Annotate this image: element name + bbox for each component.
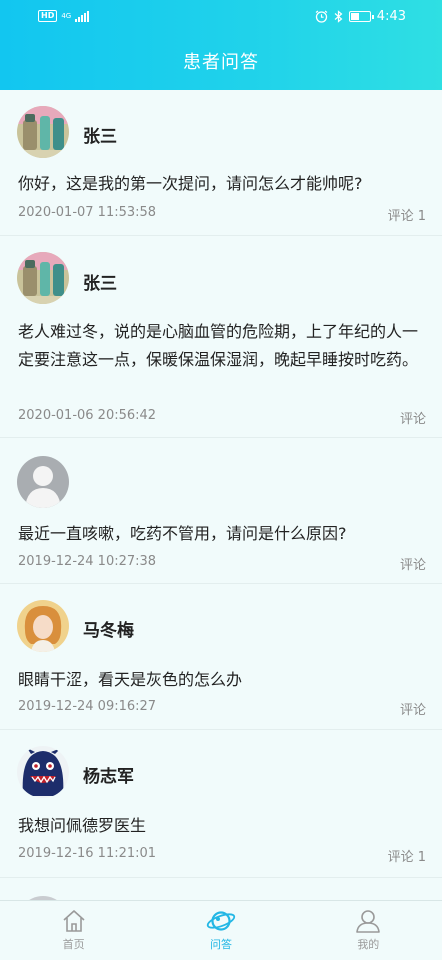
user-name: 杨志军 (83, 767, 134, 787)
question-card[interactable]: 张三 老人难过冬，说的是心脑血管的危险期，上了年纪的人一定要注意这一点，保暖保温… (0, 236, 442, 438)
page-title: 患者问答 (183, 52, 259, 73)
default-user-avatar[interactable] (17, 456, 69, 508)
status-right: 4:43 (315, 9, 406, 24)
user-name: 张三 (83, 127, 117, 147)
status-bar: HD 4G 4:43 (0, 0, 442, 34)
bluetooth-icon (334, 10, 343, 23)
question-text: 你好，这是我的第一次提问，请问怎么才能帅呢? (18, 174, 363, 193)
person-icon (356, 910, 381, 933)
question-card[interactable]: 张三 你好，这是我的第一次提问，请问怎么才能帅呢? 2020-01-07 11:… (0, 90, 442, 236)
question-card[interactable]: 马冬梅 眼睛干涩，看天是灰色的怎么办 2019-12-24 09:16:27 评… (0, 584, 442, 730)
tab-home-label: 首页 (62, 938, 85, 951)
comment-link[interactable]: 评论 (400, 699, 426, 718)
question-text: 最近一直咳嗽，吃药不管用，请问是什么原因? (18, 524, 347, 543)
tab-qa-label: 问答 (209, 938, 232, 951)
question-card-partial[interactable] (0, 878, 442, 948)
alarm-icon (315, 10, 328, 23)
comment-link[interactable]: 评论 (400, 408, 426, 427)
question-text: 老人难过冬，说的是心脑血管的危险期，上了年纪的人一定要注意这一点，保暖保温保湿润… (18, 322, 419, 369)
monster-avatar[interactable] (17, 746, 69, 798)
question-date: 2019-12-24 10:27:38 (18, 554, 157, 569)
question-date: 2019-12-24 09:16:27 (18, 699, 157, 714)
comment-link[interactable]: 评论 (400, 554, 426, 573)
tab-mine[interactable]: 我的 (295, 901, 442, 960)
question-text: 眼睛干涩，看天是灰色的怎么办 (18, 670, 243, 689)
hd-badge: HD (38, 10, 58, 22)
network-indicator: 4G (61, 11, 72, 20)
status-time: 4:43 (376, 9, 406, 24)
tab-mine-label: 我的 (357, 938, 380, 951)
tab-qa[interactable]: 问答 (147, 901, 294, 960)
question-date: 2019-12-16 11:21:01 (18, 846, 157, 861)
question-text: 我想问佩德罗医生 (18, 816, 147, 835)
status-left: HD 4G (38, 10, 90, 22)
woman-photo-avatar[interactable] (17, 600, 69, 652)
question-date: 2020-01-06 20:56:42 (18, 408, 157, 423)
signal-icon (75, 10, 90, 22)
question-card[interactable]: 最近一直咳嗽，吃药不管用，请问是什么原因? 2019-12-24 10:27:3… (0, 438, 442, 584)
tab-home[interactable]: 首页 (0, 901, 147, 960)
comment-link[interactable]: 评论 1 (388, 846, 426, 865)
home-icon (63, 910, 85, 932)
question-date: 2020-01-07 11:53:58 (18, 205, 157, 220)
question-card[interactable]: 杨志军 我想问佩德罗医生 2019-12-16 11:21:01 评论 1 (0, 730, 442, 878)
user-name: 张三 (83, 274, 117, 294)
comment-link[interactable]: 评论 1 (388, 205, 426, 224)
planet-icon (206, 911, 236, 931)
user-name: 马冬梅 (83, 621, 134, 641)
product-photo-avatar[interactable] (17, 252, 69, 304)
network-type: 4G (61, 11, 72, 20)
product-photo-avatar[interactable] (17, 106, 69, 158)
battery-icon (348, 11, 374, 22)
bottom-tab-bar: 首页 问答 我的 (0, 900, 442, 960)
app-header: HD 4G 4:43 患者问答 (0, 0, 442, 90)
